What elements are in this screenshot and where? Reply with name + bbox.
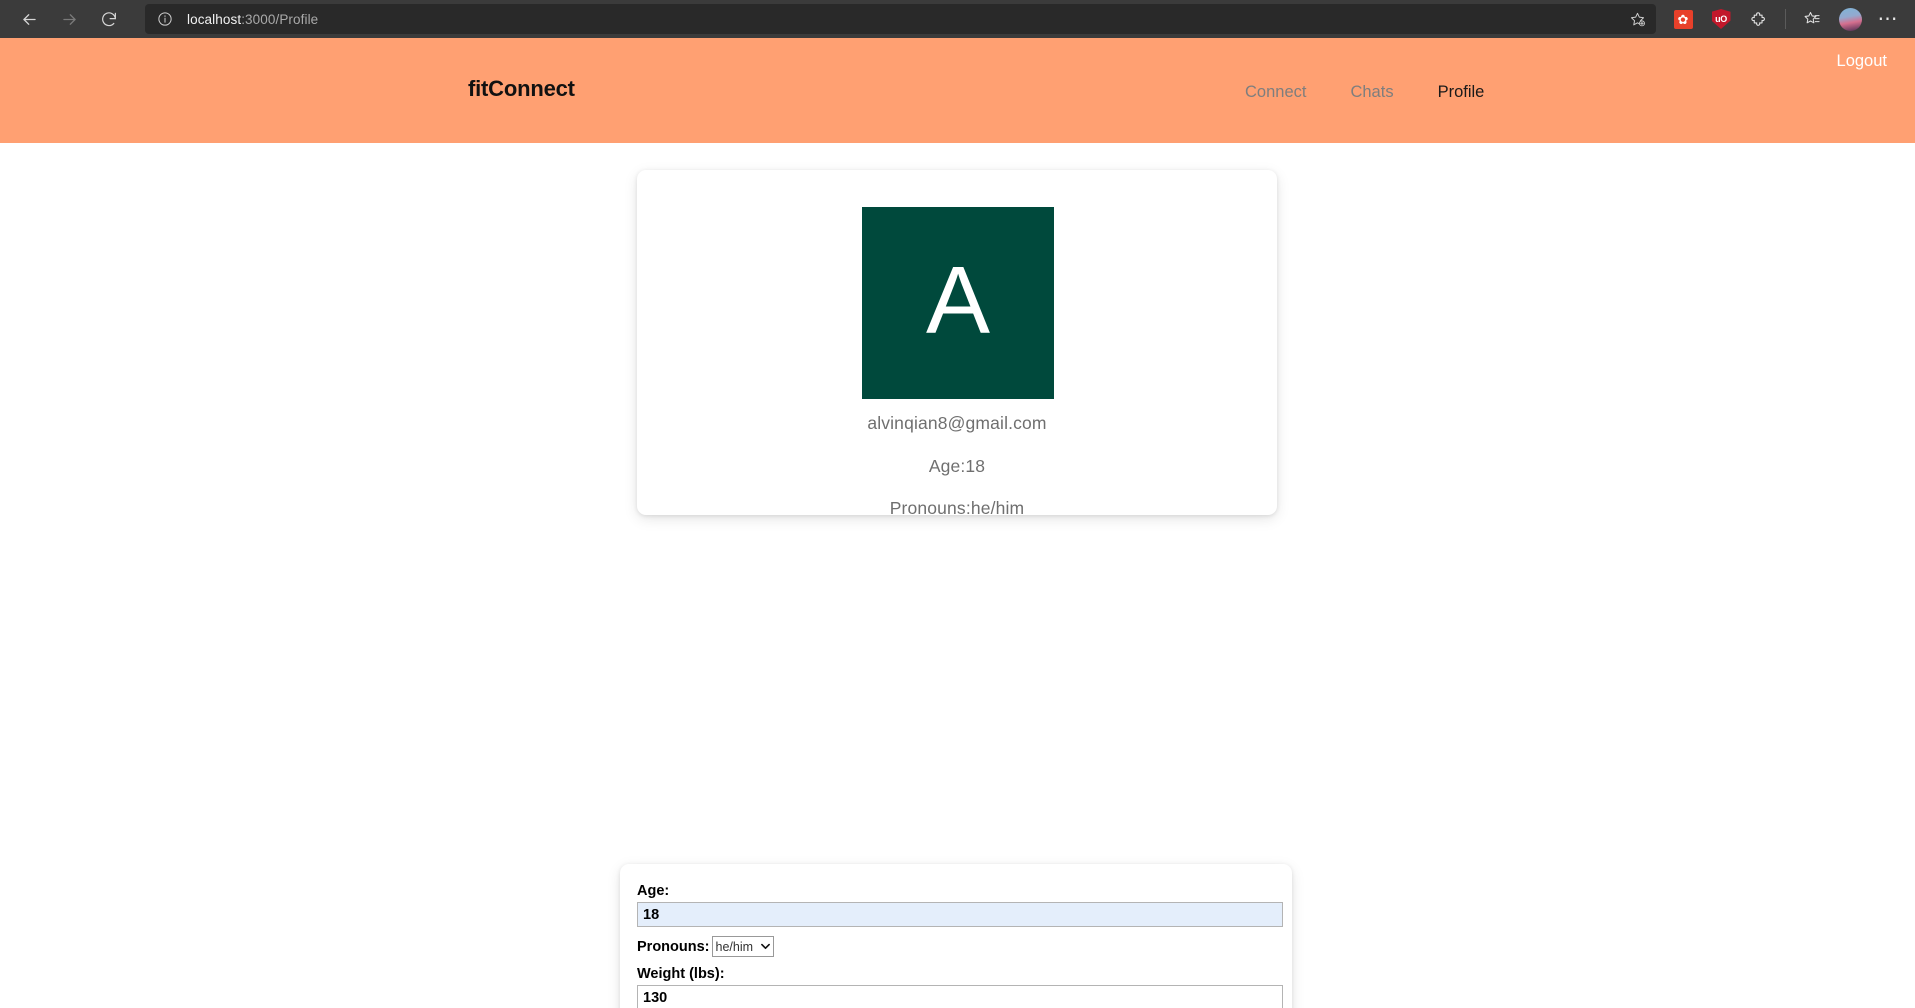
profile-email: alvinqian8@gmail.com [637,413,1277,434]
browser-tool-icons: ✿ uO ⋯ [1666,3,1905,35]
url-host: localhost [187,12,241,27]
page-title: fitConnect [468,76,575,102]
toolbar-divider [1785,9,1786,29]
chevron-down-icon [761,942,770,952]
settings-glyph: ⋯ [1878,14,1899,24]
weight-label: Weight (lbs): [637,966,1273,982]
logout-button[interactable]: Logout [1837,52,1887,71]
profile-age: Age:18 [637,456,1277,477]
nav-item-chats[interactable]: Chats [1350,83,1393,102]
extensions-puzzle-icon[interactable] [1742,3,1776,35]
extension-glyph: ✿ [1674,10,1693,29]
collections-icon[interactable] [1795,3,1829,35]
nav-item-connect[interactable]: Connect [1245,83,1306,102]
weight-input[interactable] [637,985,1283,1008]
info-circle-icon[interactable] [153,7,177,31]
browser-toolbar: localhost:3000/Profile ✿ uO ⋯ [0,0,1915,38]
url-path: :3000/Profile [241,12,318,27]
profile-edit-form: Age: Pronouns: he/him Weight (lbs): Goal… [620,864,1292,1008]
avatar-image [1839,8,1862,31]
shield-glyph: uO [1712,9,1731,29]
pronouns-selected-value: he/him [716,940,754,954]
pronouns-select[interactable]: he/him [712,936,775,957]
nav-item-profile[interactable]: Profile [1438,83,1485,102]
age-label: Age: [637,883,1273,899]
profile-details: alvinqian8@gmail.com Age:18 Pronouns:he/… [637,413,1277,515]
browser-profile-avatar[interactable] [1833,3,1867,35]
main-nav: Connect Chats Profile [1245,83,1484,102]
back-button[interactable] [10,3,48,35]
reload-button[interactable] [90,3,128,35]
add-favorite-star-icon[interactable] [1624,6,1650,32]
reload-icon [100,10,118,28]
forward-button[interactable] [50,3,88,35]
arrow-right-icon [60,10,79,29]
page-body: A alvinqian8@gmail.com Age:18 Pronouns:h… [0,143,1915,1008]
profile-pronouns: Pronouns:he/him [637,498,1277,515]
address-bar[interactable]: localhost:3000/Profile [145,4,1656,34]
avatar-initial: A [926,253,990,349]
arrow-left-icon [20,10,39,29]
ublock-origin-icon[interactable]: uO [1704,3,1738,35]
url-text: localhost:3000/Profile [187,12,318,27]
more-settings-icon[interactable]: ⋯ [1871,3,1905,35]
app-header: fitConnect Connect Chats Profile Logout [0,38,1915,143]
extension-icon-red-square[interactable]: ✿ [1666,3,1700,35]
profile-avatar: A [862,207,1054,399]
profile-card: A alvinqian8@gmail.com Age:18 Pronouns:h… [637,170,1277,515]
pronouns-row: Pronouns: he/him [637,936,1273,957]
age-input[interactable] [637,902,1283,927]
pronouns-label: Pronouns: [637,939,710,955]
